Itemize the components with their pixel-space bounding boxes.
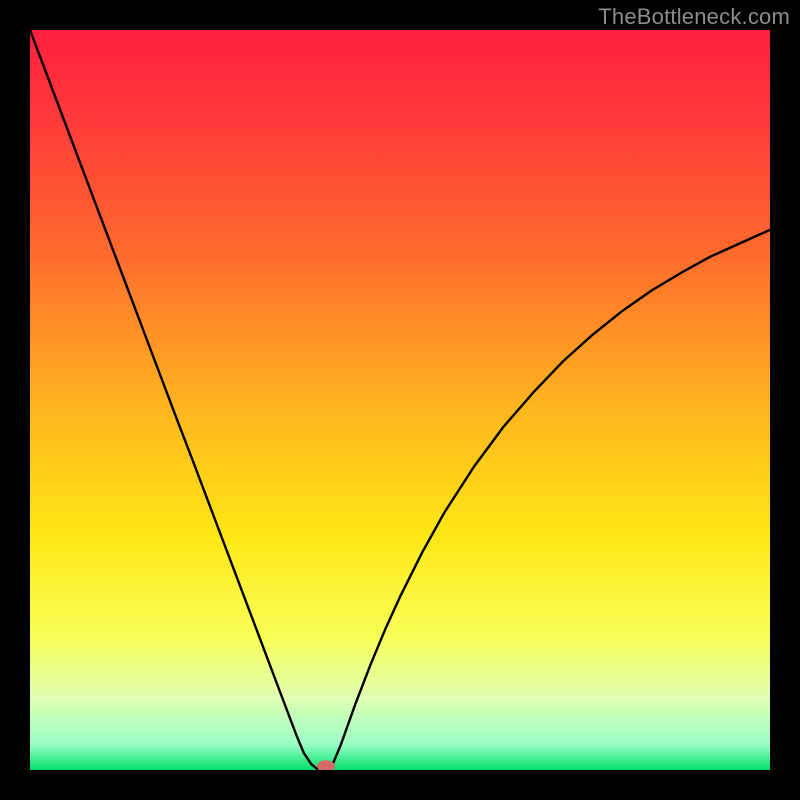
chart-svg (30, 30, 770, 770)
gradient-background (30, 30, 770, 770)
chart-frame: TheBottleneck.com (0, 0, 800, 800)
plot-area (30, 30, 770, 770)
watermark-text: TheBottleneck.com (598, 4, 790, 30)
